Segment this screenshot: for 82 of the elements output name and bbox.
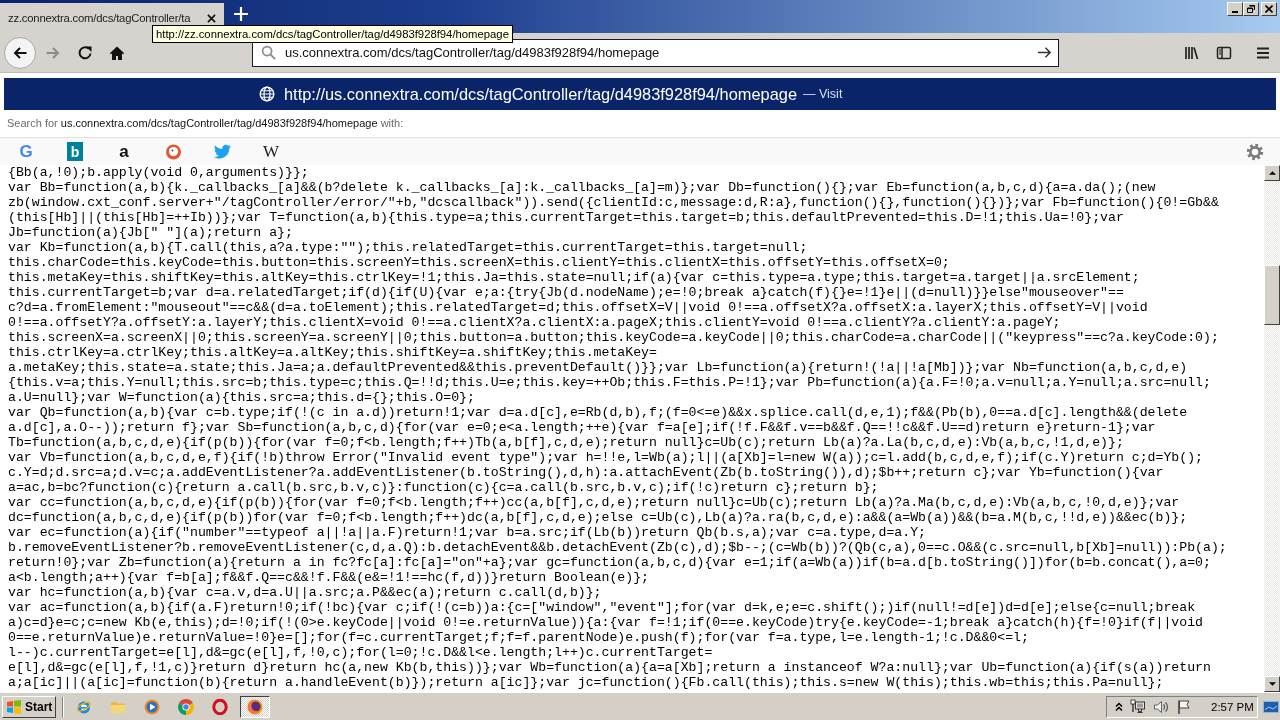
code-line: this.metaKey=this.shiftKey=this.altKey=this.ctrlKey=!1;this.Ja=this.state=null;if(a){var c=this.type=a.type;this.target=a.target||a.srcElement; (8, 270, 1141, 285)
code-line: var Bb=function(a,b){k._callbacks_[a]&&(b?delete k._callbacks_[a]:k._callbacks_[a]=m)};var Db=function(){};var Eb=function(a,b,c,d){a=a.da();(new (8, 180, 1157, 195)
scroll-down-button[interactable] (1264, 676, 1280, 692)
code-line: c?d=a.fromElement:"mouseout"==c&&(d=a.toElement);this.relatedTarget=d;this.offsetX=V||void 0!==a.offsetX?a.offsetX:a.layerX;this.offsetY=V||void (8, 300, 1149, 315)
speaker-icon[interactable] (1153, 698, 1169, 715)
code-line: c.Y=d;d.src=a;d.v=c;a.addEventListener?a.addEventListener(b.toString(),d,h):a.attachEvent(Zb(b.toString()),d);$b++;return c};var Yb=function(){var (8, 465, 1165, 480)
code-line: {Bb(a,!0);b.apply(void 0,arguments)}}; (8, 165, 310, 180)
restore-button[interactable] (1243, 2, 1259, 16)
wheel-icon[interactable] (178, 698, 194, 715)
code-line: dc=function(a,b,c,d,e){if(p(b))for(var f=0;f<b.length;f++)dc(a,b[f],c,d,e);else c=Ub(c),Lb(a)?a.ra(b,c,d,e):a&&(a=Wb(a))&&(b=a.M(b,c,!!d,e))&&ec(b)}; (8, 510, 1189, 525)
code-line: e[l],d&=gc(e[l],f,!1,c)}return d}return hc(a,new Kb(b,this))};var Wb=function(a){a=a[Xb];return a instanceof W?a:null};var Ub=function(a){if(s(a))return (8, 660, 1212, 675)
browser-globe-icon (247, 698, 263, 715)
visit-label: — Visit (803, 87, 843, 101)
desktop-icon[interactable] (1263, 700, 1279, 713)
close-icon (1265, 5, 1273, 13)
ring-icon[interactable] (212, 698, 228, 715)
settings-button[interactable] (1245, 141, 1265, 162)
globe-icon (259, 86, 275, 102)
caret-up-icon (1268, 171, 1276, 175)
code-line: (this[Hb]||(this[Hb]=++Ib))};var T=function(a,b){this.type=a;this.currentTarget=this.target=b;this.defaultPrevented=this.D=!1;this.Ua=!0};var (8, 210, 1125, 225)
code-line: var Vb=function(a,b,c,d,e,f){if(!b)throw Error("Invalid event type");var h=!!e,l=Wb(a);l||(a[Xb]=l=new W(a));c=l.add(b,c,d,e,f);if(c.Y)return c;d=Yb(); (8, 450, 1204, 465)
suggestion-row[interactable]: http://us.connextra.com/dcs/tagController/tag/d4983f928f94/homepage — Visit (4, 78, 1276, 110)
code-line: a=ac,b=bc?function(c){return a.call(b.src,b.v,c)}:function(c){c=a.call(b.src,b.v,c);if(!c)return c};return b}; (8, 480, 880, 495)
code-line: {this.v=a;this.Y=null;this.src=b;this.type=c;this.Q=!!d;this.U=e;this.key=++Ob;this.F=this.P=!1};var Pb=function(a){a.F=!0;a.v=null;a.Y=null;a.src=null; (8, 375, 1212, 390)
code-line: var ac=function(a,b){if(a.F)return!0;if(!bc){var c;if(!(c=b))a:{c=["window","event"];for(var d=k,e;e=c.shift();)if(null!=d[e])d=d[e];else{c=null;break (8, 600, 1197, 615)
search-engine-button[interactable]: W (261, 141, 281, 162)
search-icon (261, 45, 276, 60)
arrow-right-icon (45, 44, 61, 61)
code-line: a.U=null};var W=function(a){this.src=a;this.d={};this.O=0}; (8, 390, 476, 405)
code-line: b.removeEventListener?b.removeEventListener(c,d,a.Q):b.detachEvent&&b.detachEvent(Zb(c),d);$b--;(c=Wb(b))?(Qb(c,a),0==c.O&&(c.src=null,b[Xb]=null)):Pb(a); (8, 540, 1228, 555)
code-line: this.screenX=a.screenX||0;this.screenY=a.screenY||0;this.button=a.button;this.keyCode=a.keyCode||0;this.charCode=a.charCode||("keypress"==c?a.keyCode:0); (8, 330, 1220, 345)
code-line: a;a[ic]||(a[ic]=function(b){return a.handleEvent(b)});return a[ic]};var jc=function(){Fb.call(this);this.s=new W(this);this.wb=this;this.Pa=null}; (8, 675, 1165, 690)
code-line: var Kb=function(a,b){T.call(this,a?a.type:"");this.relatedTarget=this.currentTarget=this.target=null; (8, 240, 809, 255)
code-line: var cc=function(a,b,c,d,e){if(p(b)){for(var f=0;f<b.length;f++)cc(a,b[f],c,d,e);return null}c=Ub(c);return Lb(a)?a.Ma(b,c,d,e):Vb(a,b,c,!0,d,e)};var (8, 495, 1181, 510)
home-icon (109, 44, 125, 61)
code-line: var hc=function(a,b){var c=a.v,d=a.U||a.src;a.P&&ec(a);return c.call(d,b)}; (8, 585, 603, 600)
scrollbar-thumb[interactable] (1264, 265, 1280, 325)
sidebar-icon (1216, 44, 1232, 61)
chevron-up-icon[interactable] (1115, 701, 1123, 712)
suggestion-url: http://us.connextra.com/dcs/tagController/tag/d4983f928f94/homepage (284, 84, 797, 104)
code-line: var ec=function(a){if("number"==typeof a||!a||a.F)return!1;var b=a.src;if(Lb(b))return Qb(b.s,a);var c=a.type,d=a.Y; (8, 525, 927, 540)
code-line: zb(window.cxt_conf.server+"/tagController/error/"+b,"dcscallback")).send({clientId:c,message:d,R:a},function(){},function(){})};var Fb=function(){0!=Gb&& (8, 195, 1220, 210)
flag-icon[interactable] (1176, 698, 1192, 715)
minimize-button[interactable] (1227, 2, 1243, 16)
code-line: a<b.length;a++){var f=b[a];f&&f.Q==c&&!f.F&&(e&=!1!==hc(f,d))}return Boolean(e)}; (8, 570, 651, 585)
reload-icon (77, 44, 93, 61)
clock: 2:57 PM (1211, 700, 1254, 713)
code-line: Jb=function(a){Jb[" "](a);return a}; (8, 225, 294, 240)
code-line: l--)c.currentTarget=e[l],d&=gc(e[l],f,!0,c);for(l=0;!c.D&&l<e.length;l++)c.currentTarget= (8, 645, 714, 660)
code-line: var Qb=function(a,b){var c=b.type;if(!(c in a.d))return!1;var d=a.d[c],e=Rb(d,b),f;(f=0<=e)&&x.splice.call(d,e,1);f&&(Pb(b),0==a.d[c].length&&(delete (8, 405, 1189, 420)
settings-icon (1246, 142, 1264, 161)
search-hint: Search for us.connextra.com/dcs/tagController/tag/d4983f928f94/homepage with: (7, 117, 404, 130)
caret-down-icon (1268, 682, 1276, 686)
taskbar-button[interactable] (240, 695, 270, 718)
network-icon[interactable] (1130, 698, 1146, 715)
library-icon (1184, 44, 1200, 61)
code-line: 0!==a.offsetY?a.offsetY:a.layerY;this.clientX=void 0!==a.clientX?a.clientX:a.pageX;this.clientY=void 0!==a.clientY?a.clientY:a.pageY; (8, 315, 1062, 330)
code-line: this.currentTarget=b;var d=a.relatedTarget;if(d){if(U){var e;a:{try{Jb(d.nodeName);e=!0;break a}catch(f){}e=!1}e||(d=null)}}else"mouseover"== (8, 285, 1125, 300)
start-button[interactable]: Start (2, 695, 56, 718)
play-icon[interactable] (144, 698, 160, 715)
close-icon[interactable] (207, 13, 216, 23)
tooltip: http://zz.connextra.com/dcs/tagController/tag/d4983f928f94/homepage (152, 25, 513, 43)
search-engine-button[interactable]: a (114, 141, 134, 162)
arrow-left-icon (12, 44, 28, 61)
close-window-button[interactable] (1261, 2, 1277, 16)
search-engine-button[interactable]: b (67, 142, 83, 161)
scroll-up-button[interactable] (1264, 165, 1280, 181)
scrollbar[interactable] (1264, 165, 1280, 692)
restore-icon (1247, 5, 1255, 13)
code-line: a.metaKey;this.state=a.state;this.Ja=a;a.defaultPrevented&&this.preventDefault()}};var Lb=function(a){return!(!a||!a[Mb])};var Nb=function(a,b,c,d,e) (8, 360, 1189, 375)
start-logo-icon (6, 698, 22, 715)
arrow-right-icon[interactable] (1037, 45, 1052, 60)
code-line: return!0};var Zb=function(a){return a in fc?fc[a]:fc[a]="on"+a};var gc=function(a,b,c,d){var e=1;if(a=Wb(a))if(b=a.d[b.toString()])for(b=b.concat(),a=0; (8, 555, 1212, 570)
code-line: a.d[c],a.O--));return f};var Sb=function(a,b,c,d){for(var e=0;e<a.length;++e){var f=a[e];if(!f.F&&f.v==b&&f.Q==!!c&&f.U==d)return e}return-1};var (8, 420, 1157, 435)
code-line: 0==e.returnValue)e.returnValue=!0}e=[];for(f=c.currentTarget;f;f=f.parentNode)e.push(f);for(var f=a.type,l=e.length-1;!c.D&&0<=l; (8, 630, 1030, 645)
code-line: a)c=d}e=c;c=new Kb(e,this);d=!0;if(!(0>e.keyCode||void 0!=e.returnValue)){a:{var f=!1;if(0==e.keyCode)try{e.keyCode=-1;break a}catch(h){f=!0}if(f||void (8, 615, 1204, 630)
code-line: Tb=function(a,b,c,d,e){if(p(b)){for(var f=0;f<b.length;f++)Tb(a,b[f],c,d,e);return null}c=Ub(c);return Lb(a)?a.La(b,c,d,e):Vb(a,b,c,!1,d,e)}; (8, 435, 1125, 450)
back-button[interactable] (4, 36, 36, 69)
new-tab-button[interactable] (231, 4, 251, 24)
code-line: this.ctrlKey=a.ctrlKey;this.altKey=a.altKey;this.shiftKey=a.shiftKey;this.metaKey= (8, 345, 658, 360)
plus-icon (234, 7, 248, 21)
code-line: this.charCode=this.keyCode=this.button=this.screenY=this.screenX=this.clientY=this.clientX=this.offsetY=this.offsetX=0; (8, 255, 951, 270)
